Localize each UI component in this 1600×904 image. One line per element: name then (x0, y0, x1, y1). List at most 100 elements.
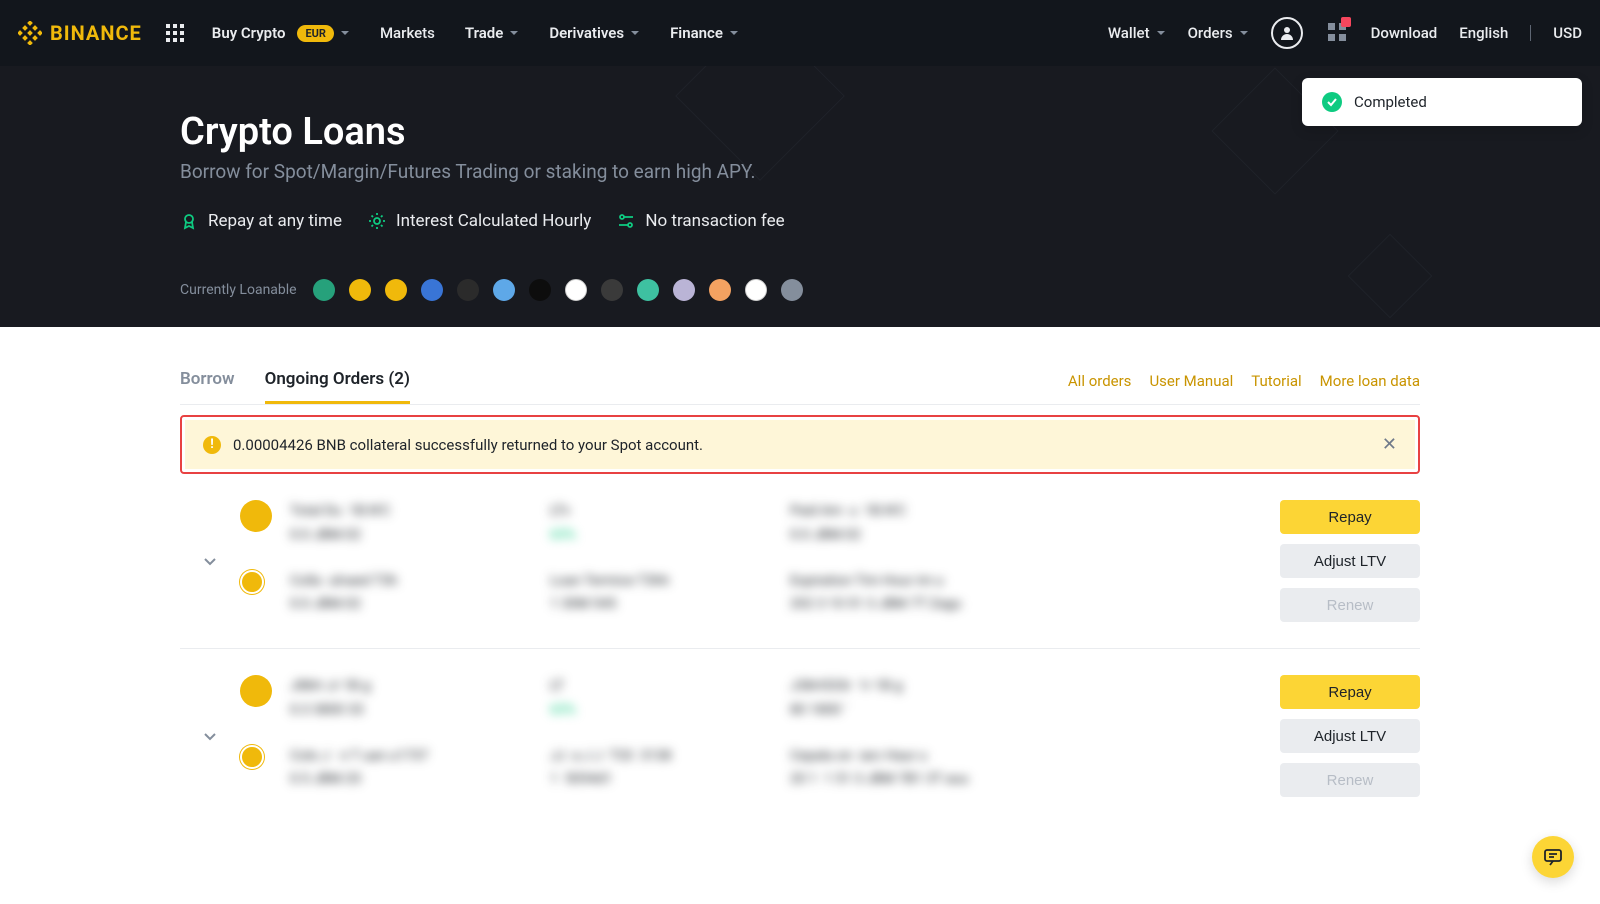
coin-icon[interactable] (709, 279, 731, 301)
link-all-orders[interactable]: All orders (1068, 372, 1132, 390)
features: Repay at any time Interest Calculated Ho… (180, 211, 1420, 231)
chevron-down-icon (201, 727, 219, 745)
nav-download[interactable]: Download (1371, 24, 1438, 42)
coin-icon[interactable] (637, 279, 659, 301)
blurred-data: LT 65% (550, 675, 790, 723)
coin-icon[interactable] (421, 279, 443, 301)
coin-icon[interactable] (457, 279, 479, 301)
nav-trade[interactable]: Trade (465, 24, 519, 42)
loanable-row: Currently Loanable (180, 279, 1420, 301)
order-row: J88rt Jr 1B g 0.3 3800 33 LT 65% J38rt53… (180, 649, 1420, 823)
link-more-loan-data[interactable]: More loan data (1320, 372, 1420, 390)
nav-derivatives[interactable]: Derivatives (549, 24, 640, 42)
chevron-down-icon (340, 28, 350, 38)
renew-button[interactable]: Renew (1280, 588, 1420, 622)
asset-icon (240, 500, 272, 532)
order-actions: Repay Adjust LTV Renew (1280, 675, 1420, 797)
feature-repay: Repay at any time (180, 211, 342, 231)
links: All orders User Manual Tutorial More loa… (1068, 372, 1420, 390)
coin-icon[interactable] (781, 279, 803, 301)
order-actions: Repay Adjust LTV Renew (1280, 500, 1420, 622)
notifications[interactable] (1325, 19, 1349, 47)
blurred-data: Total Du 1B.N'C 0.0 JBM.02 (290, 500, 550, 548)
feature-interest: Interest Calculated Hourly (368, 211, 591, 231)
expand-toggle[interactable] (180, 675, 240, 797)
nav-language[interactable]: English (1459, 24, 1508, 42)
renew-button[interactable]: Renew (1280, 763, 1420, 797)
top-header: BINANCE Buy Crypto EUR Markets Trade Der… (0, 0, 1600, 66)
coin-icon[interactable] (565, 279, 587, 301)
check-icon (1322, 92, 1342, 112)
binance-logo-icon (18, 21, 42, 45)
sub-asset-icon (240, 745, 264, 769)
blurred-data: JJ a J J T33 3138 1 5054d1 (550, 745, 790, 793)
repay-button[interactable]: Repay (1280, 500, 1420, 534)
coin-icon[interactable] (673, 279, 695, 301)
gear-icon (368, 212, 386, 230)
blurred-data: J38rt533r 1r 1B g 80 1800 ' (790, 675, 1170, 723)
header-right: Wallet Orders Download English USD (1108, 17, 1582, 49)
chevron-down-icon (509, 28, 519, 38)
settings-icon (617, 212, 635, 230)
coin-icon[interactable] (313, 279, 335, 301)
eur-pill: EUR (297, 25, 334, 42)
content: Borrow Ongoing Orders (2) All orders Use… (180, 327, 1420, 823)
expand-toggle[interactable] (180, 500, 240, 622)
nav-wallet[interactable]: Wallet (1108, 24, 1166, 42)
loanable-label: Currently Loanable (180, 282, 297, 298)
coin-icon[interactable] (529, 279, 551, 301)
page-subtitle: Borrow for Spot/Margin/Futures Trading o… (180, 160, 1420, 183)
blurred-data: Cepala on iarc Haur u 20 1 1 51 3 JBM 7B… (790, 745, 1170, 793)
logo[interactable]: BINANCE (18, 21, 142, 45)
toast-text: Completed (1354, 93, 1427, 111)
coin-icon[interactable] (601, 279, 623, 301)
hero: Completed Crypto Loans Borrow for Spot/M… (0, 66, 1600, 327)
blurred-data: J88rt Jr 1B g 0.3 3800 33 (290, 675, 550, 723)
chevron-down-icon (729, 28, 739, 38)
tabs-row: Borrow Ongoing Orders (2) All orders Use… (180, 357, 1420, 405)
close-icon[interactable]: ✕ (1382, 434, 1397, 455)
info-icon: ! (203, 436, 221, 454)
alert-banner: ! 0.00004426 BNB collateral successfully… (185, 420, 1415, 469)
repay-button[interactable]: Repay (1280, 675, 1420, 709)
tab-borrow[interactable]: Borrow (180, 357, 235, 404)
apps-grid-icon[interactable] (166, 24, 184, 42)
divider (1530, 25, 1531, 41)
chat-fab[interactable] (1532, 836, 1574, 878)
nav-finance[interactable]: Finance (670, 24, 739, 42)
blurred-data: Expiration Tim Hour im u 202 3 10 51 3 J… (790, 570, 1170, 618)
link-tutorial[interactable]: Tutorial (1251, 372, 1301, 390)
notification-badge (1341, 17, 1351, 27)
blurred-data: Loan Termice T3hh 1 30M 545 (550, 570, 790, 618)
nav-currency[interactable]: USD (1553, 24, 1582, 42)
nav-markets[interactable]: Markets (380, 24, 435, 42)
alert-highlight: ! 0.00004426 BNB collateral successfully… (180, 415, 1420, 474)
link-user-manual[interactable]: User Manual (1149, 372, 1233, 390)
nav-orders[interactable]: Orders (1188, 24, 1249, 42)
nav-buy-crypto[interactable]: Buy Crypto EUR (212, 24, 350, 42)
chevron-down-icon (201, 552, 219, 570)
avatar[interactable] (1271, 17, 1303, 49)
blurred-data: Colo J n T uan u1737 0.5 JBM.33 (290, 745, 550, 793)
brand-text: BINANCE (50, 21, 142, 45)
chevron-down-icon (1239, 28, 1249, 38)
coin-icon[interactable] (349, 279, 371, 301)
feature-no-fee: No transaction fee (617, 211, 784, 231)
blurred-data: Colla ulnaed T3h 0.0 JBM.02 (290, 570, 550, 618)
adjust-ltv-button[interactable]: Adjust LTV (1280, 544, 1420, 578)
adjust-ltv-button[interactable]: Adjust LTV (1280, 719, 1420, 753)
chevron-down-icon (1156, 28, 1166, 38)
order-row: Total Du 1B.N'C 0.0 JBM.02 LTv 65% Paid … (180, 474, 1420, 649)
tab-ongoing-orders[interactable]: Ongoing Orders (2) (265, 357, 410, 404)
coin-icon[interactable] (385, 279, 407, 301)
toast-completed: Completed (1302, 78, 1582, 126)
chat-icon (1543, 847, 1563, 867)
blurred-data: LTv 65% (550, 500, 790, 548)
asset-icon (240, 675, 272, 707)
main-nav: Buy Crypto EUR Markets Trade Derivatives… (212, 24, 739, 42)
coin-icon[interactable] (493, 279, 515, 301)
chevron-down-icon (630, 28, 640, 38)
coin-icon[interactable] (745, 279, 767, 301)
sub-asset-icon (240, 570, 264, 594)
medal-icon (180, 212, 198, 230)
